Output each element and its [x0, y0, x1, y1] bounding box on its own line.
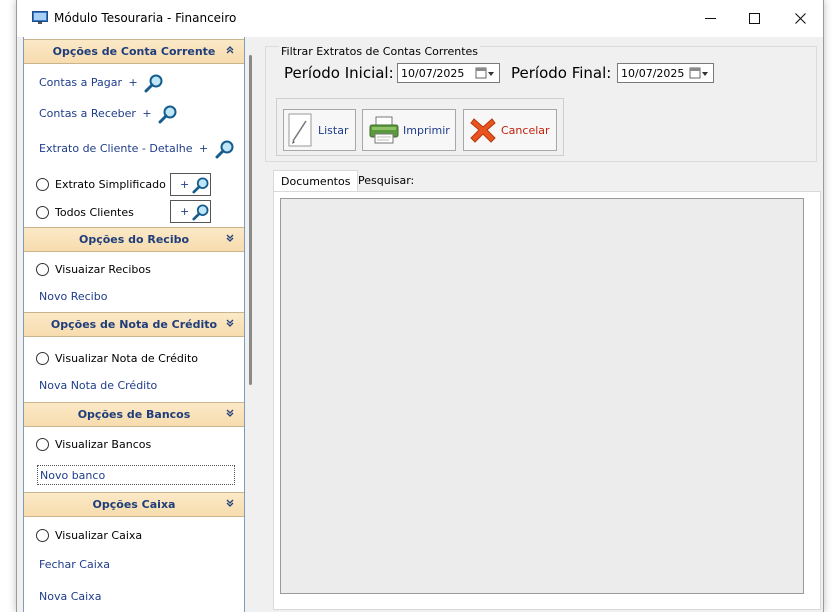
visualizar-nota-credito-radio[interactable]: Visualizar Nota de Crédito: [36, 352, 198, 365]
periodo-final-value: 10/07/2025: [621, 66, 685, 80]
listar-button[interactable]: Listar: [283, 109, 356, 151]
imprimir-button[interactable]: Imprimir: [362, 109, 456, 151]
section-title: Opções de Bancos: [77, 408, 191, 421]
section-header-bancos[interactable]: Opções de Bancos: [24, 402, 244, 427]
visualizar-caixa-radio[interactable]: Visualizar Caixa: [36, 529, 142, 542]
section-title: Opções de Nota de Crédito: [50, 318, 218, 331]
options-sidebar: Opções de Conta Corrente Contas a Pagar …: [23, 37, 245, 612]
imprimir-label: Imprimir: [403, 123, 450, 137]
section-header-nota-credito[interactable]: Opções de Nota de Crédito: [24, 312, 244, 337]
todos-clientes-radio[interactable]: Todos Clientes: [36, 206, 134, 219]
extrato-simplificado-search-button[interactable]: +: [170, 173, 211, 196]
cancelar-button[interactable]: Cancelar: [463, 109, 557, 151]
tab-pesquisar-label: Pesquisar:: [358, 174, 415, 187]
app-monitor-icon: [32, 11, 48, 24]
close-button[interactable]: [777, 0, 823, 37]
calendar-dropdown-icon[interactable]: [689, 67, 709, 80]
cancel-x-icon: [470, 118, 496, 143]
section-title: Opções Caixa: [92, 498, 176, 511]
periodo-final-label: Período Final:: [511, 64, 612, 82]
tab-documentos-label: Documentos: [281, 174, 351, 188]
magnifier-icon: [192, 203, 209, 220]
section-title: Opções de Conta Corrente: [52, 45, 216, 58]
visualizar-nota-credito-label: Visualizar Nota de Crédito: [55, 352, 198, 365]
maximize-icon: [748, 13, 760, 24]
extrato-simplificado-label: Extrato Simplificado: [55, 178, 166, 191]
todos-clientes-label: Todos Clientes: [55, 206, 134, 219]
section-title: Opções do Recibo: [78, 233, 190, 246]
radio-circle[interactable]: [36, 206, 49, 219]
tab-documentos-panel: [273, 191, 821, 610]
nova-caixa-link[interactable]: Nova Caixa: [39, 590, 101, 603]
visualizar-recibos-label: Visuaizar Recibos: [55, 263, 151, 276]
contas-receber-label: Contas a Receber: [39, 107, 136, 120]
chevron-down-icon: [226, 499, 234, 507]
radio-circle[interactable]: [36, 352, 49, 365]
listar-label: Listar: [318, 123, 349, 137]
magnifier-icon[interactable]: [144, 73, 164, 93]
background-left-edge: [0, 0, 16, 612]
sidebar-scrollbar[interactable]: [249, 55, 252, 385]
radio-circle[interactable]: [36, 178, 49, 191]
printer-icon: [369, 116, 399, 144]
radio-circle[interactable]: [36, 438, 49, 451]
title-bar: Módulo Tesouraria - Financeiro: [17, 0, 823, 37]
nova-nota-credito-link[interactable]: Nova Nota de Crédito: [39, 379, 157, 392]
novo-banco-link[interactable]: Novo banco: [37, 465, 235, 485]
radio-circle[interactable]: [36, 263, 49, 276]
contas-pagar-label: Contas a Pagar: [39, 76, 123, 89]
fechar-caixa-link[interactable]: Fechar Caixa: [39, 558, 110, 571]
contas-pagar-link[interactable]: Contas a Pagar +: [39, 73, 164, 93]
contas-receber-link[interactable]: Contas a Receber +: [39, 104, 178, 124]
periodo-inicial-value: 10/07/2025: [401, 66, 465, 80]
visualizar-recibos-radio[interactable]: Visuaizar Recibos: [36, 263, 151, 276]
tab-documentos[interactable]: Documentos: [273, 170, 359, 191]
periodo-inicial-datepicker[interactable]: 10/07/2025: [397, 63, 500, 83]
magnifier-icon: [192, 176, 209, 193]
chevron-down-icon: [226, 409, 234, 417]
radio-circle[interactable]: [36, 529, 49, 542]
plus-label: +: [198, 142, 209, 155]
plus-label: +: [142, 107, 152, 120]
close-icon: [794, 13, 806, 24]
plus-label: +: [128, 76, 138, 89]
minimize-button[interactable]: [687, 0, 733, 37]
extrato-cliente-label: Extrato de Cliente - Detalhe: [39, 142, 193, 155]
plus-label: +: [180, 178, 190, 191]
maximize-button[interactable]: [731, 0, 777, 37]
documents-grid[interactable]: [280, 198, 804, 594]
pen-icon: [288, 113, 312, 147]
section-header-recibo[interactable]: Opções do Recibo: [24, 227, 244, 252]
magnifier-icon[interactable]: [158, 104, 178, 124]
chevron-down-icon: [226, 319, 234, 327]
minimize-icon: [704, 17, 716, 19]
section-header-caixa[interactable]: Opções Caixa: [24, 492, 244, 517]
magnifier-icon[interactable]: [215, 139, 235, 159]
background-right-edge: [823, 0, 833, 612]
extrato-cliente-link[interactable]: Extrato de Cliente - Detalhe +: [39, 139, 235, 159]
chevron-down-icon: [226, 234, 234, 242]
section-header-conta-corrente[interactable]: Opções de Conta Corrente: [24, 39, 244, 64]
calendar-dropdown-icon[interactable]: [475, 67, 495, 80]
cancelar-label: Cancelar: [501, 123, 550, 137]
periodo-inicial-label: Período Inicial:: [284, 64, 394, 82]
main-window: Módulo Tesouraria - Financeiro Opções de…: [16, 0, 824, 612]
documents-tab-control: Documentos Pesquisar:: [265, 170, 821, 610]
periodo-final-datepicker[interactable]: 10/07/2025: [617, 63, 714, 83]
visualizar-bancos-radio[interactable]: Visualizar Bancos: [36, 438, 151, 451]
filter-group-title: Filtrar Extratos de Contas Correntes: [279, 45, 481, 58]
tab-pesquisar[interactable]: Pesquisar:: [351, 170, 421, 191]
visualizar-bancos-label: Visualizar Bancos: [55, 438, 152, 451]
chevron-up-icon: [226, 46, 234, 54]
plus-label: +: [180, 205, 190, 218]
todos-clientes-search-button[interactable]: +: [170, 200, 211, 223]
visualizar-caixa-label: Visualizar Caixa: [55, 529, 143, 542]
window-title: Módulo Tesouraria - Financeiro: [54, 11, 237, 25]
extrato-simplificado-radio[interactable]: Extrato Simplificado: [36, 178, 166, 191]
novo-recibo-link[interactable]: Novo Recibo: [39, 290, 107, 303]
